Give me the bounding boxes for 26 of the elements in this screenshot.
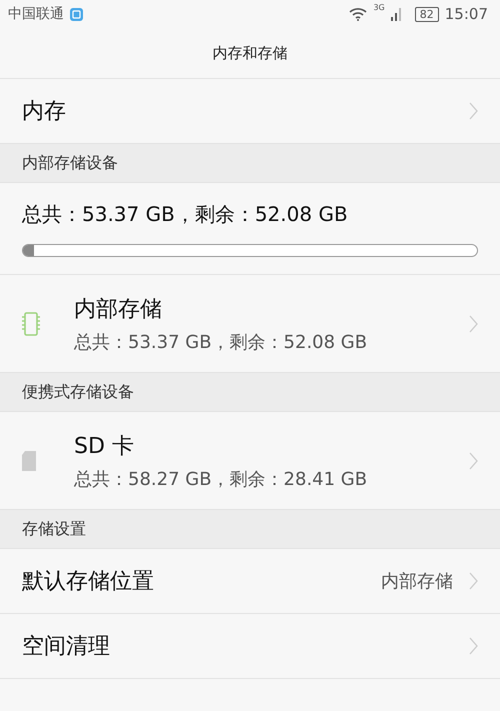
wifi-icon xyxy=(349,7,368,21)
sd-card-icon xyxy=(22,450,36,470)
chevron-icon xyxy=(469,452,478,470)
chevron-icon xyxy=(469,314,478,332)
notification-icon xyxy=(70,8,83,20)
chevron-icon xyxy=(469,637,478,655)
storage-name: 内部存储 xyxy=(74,296,163,324)
item-label: 内存 xyxy=(22,98,66,126)
section-header: 内部存储设备 xyxy=(0,144,500,183)
chevron-icon xyxy=(469,102,478,120)
section-header: 存储设置 xyxy=(0,510,500,549)
storage-name: SD 卡 xyxy=(74,432,135,460)
battery-level: 82 xyxy=(414,6,439,22)
chip-icon xyxy=(22,312,40,336)
chevron-icon xyxy=(469,572,478,590)
clock: 15:07 xyxy=(444,5,488,23)
signal-icon xyxy=(390,7,403,21)
network-type: 3G xyxy=(373,3,385,12)
carrier-name: 中国联通 xyxy=(8,5,64,23)
storage-detail: 总共：58.27 GB，剩余：28.41 GB xyxy=(74,468,368,490)
item-label: 空间清理 xyxy=(22,633,110,661)
storage-detail: 总共：53.37 GB，剩余：52.08 GB xyxy=(74,330,368,354)
storage-summary: 总共：53.37 GB，剩余：52.08 GB xyxy=(22,200,349,228)
section-header: 便携式存储设备 xyxy=(0,373,500,412)
item-value: 内部存储 xyxy=(381,570,453,593)
item-label: 默认存储位置 xyxy=(22,568,154,596)
